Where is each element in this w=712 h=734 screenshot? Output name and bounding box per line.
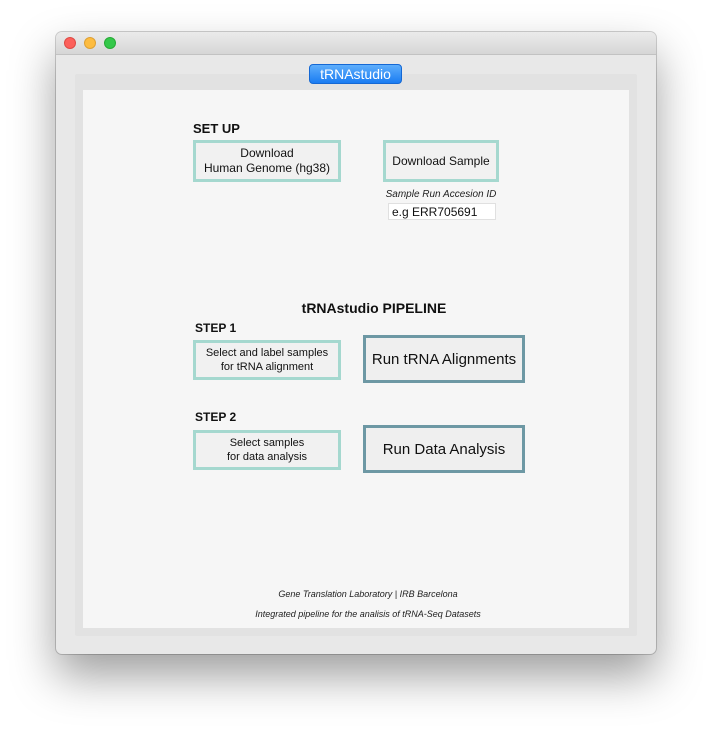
download-sample-button[interactable]: Download Sample: [383, 140, 499, 182]
sample-id-input[interactable]: [388, 203, 496, 220]
select-samples-analysis-button[interactable]: Select samples for data analysis: [193, 430, 341, 470]
pipeline-heading: tRNAstudio PIPELINE: [301, 300, 447, 316]
close-icon[interactable]: [64, 37, 76, 49]
run-trna-alignments-button[interactable]: Run tRNA Alignments: [363, 335, 525, 383]
title-bar: [56, 32, 656, 55]
tab-trnastudio[interactable]: tRNAstudio: [309, 64, 402, 84]
step1-label: STEP 1: [195, 321, 237, 335]
step2-label: STEP 2: [195, 410, 237, 424]
run-data-analysis-button[interactable]: Run Data Analysis: [363, 425, 525, 473]
select-samples-alignment-button[interactable]: Select and label samples for tRNA alignm…: [193, 340, 341, 380]
main-panel: SET UP Download Human Genome (hg38) Down…: [83, 90, 629, 628]
zoom-icon[interactable]: [104, 37, 116, 49]
footer-lab: Gene Translation Laboratory | IRB Barcel…: [278, 589, 458, 599]
minimize-icon[interactable]: [84, 37, 96, 49]
sample-id-caption: Sample Run Accesion ID: [385, 189, 497, 200]
app-window: tRNAstudio SET UP Download Human Genome …: [56, 32, 656, 654]
setup-heading: SET UP: [193, 121, 240, 136]
download-genome-button[interactable]: Download Human Genome (hg38): [193, 140, 341, 182]
footer-description: Integrated pipeline for the analisis of …: [255, 609, 481, 619]
